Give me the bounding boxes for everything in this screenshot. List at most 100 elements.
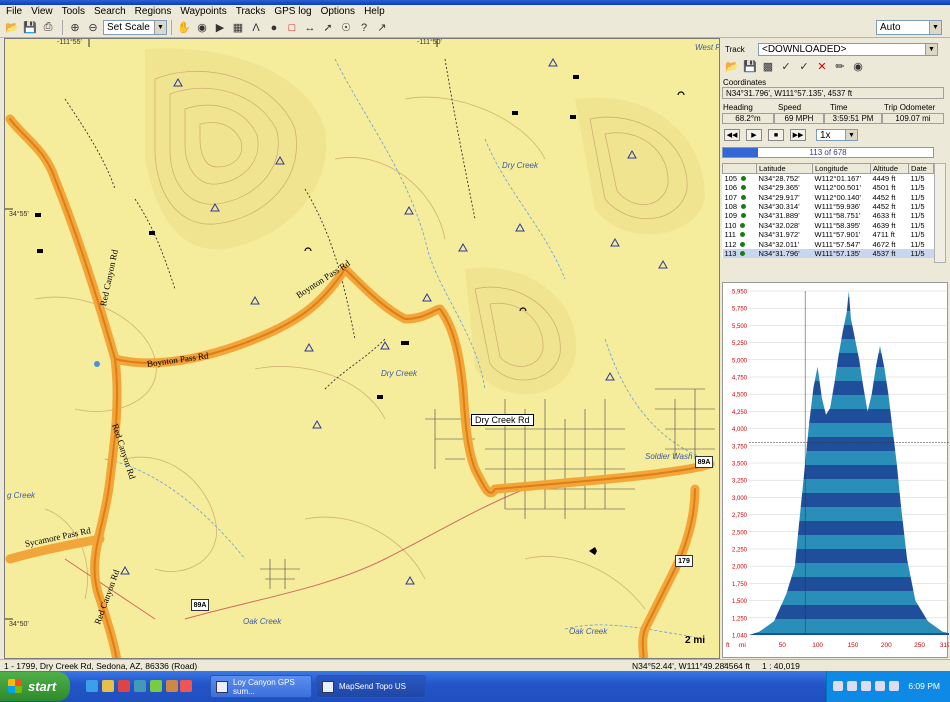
status-dot-icon <box>741 213 747 219</box>
profile-x-tick: 200 <box>881 642 892 649</box>
tray-icon[interactable] <box>875 681 885 691</box>
select-icon[interactable]: ▶ <box>212 20 228 36</box>
task-mapsend[interactable]: MapSend Topo US <box>316 675 426 698</box>
menu-tools[interactable]: Tools <box>62 6 85 17</box>
table-row[interactable]: 105 N34°28.752' W112°01.167' 4449 ft 11/5 <box>723 174 934 183</box>
altitude-cell: 4452 ft <box>872 192 896 202</box>
route-icon[interactable]: ● <box>266 20 282 36</box>
table-row[interactable]: 111 N34°31.972' W111°57.901' 4711 ft 11/5 <box>723 230 934 239</box>
app-icon[interactable] <box>150 680 162 692</box>
pan-hand-icon[interactable]: ✋ <box>176 20 192 36</box>
table-row[interactable]: 110 N34°32.028' W111°58.395' 4639 ft 11/5 <box>723 221 934 230</box>
zoom-in-icon[interactable]: ⊕ <box>67 20 83 36</box>
menu-bar: File View Tools Search Regions Waypoints… <box>0 5 950 18</box>
menu-file[interactable]: File <box>6 6 22 17</box>
table-header[interactable]: Date <box>908 163 934 174</box>
altitude-cell: 4449 ft <box>872 174 896 183</box>
help-icon[interactable]: ? <box>356 20 372 36</box>
globe-icon[interactable]: ◉ <box>194 20 210 36</box>
profile-y-tick: 2,250 <box>732 548 748 554</box>
edit-icon[interactable]: ✓ <box>778 58 794 74</box>
track-progress[interactable]: 113 of 678 <box>722 147 934 158</box>
menu-waypoints[interactable]: Waypoints <box>180 6 226 17</box>
latitude-cell: N34°29.365' <box>758 183 800 193</box>
gps-icon[interactable]: ☉ <box>338 20 354 36</box>
altitude-cell: 4633 ft <box>872 211 896 221</box>
auto-select[interactable]: Auto ▼ <box>876 20 942 35</box>
open-folder-icon[interactable]: 📂 <box>724 58 740 74</box>
altitude-cell: 4639 ft <box>872 220 896 230</box>
menu-search[interactable]: Search <box>94 6 126 17</box>
table-row[interactable]: 106 N34°29.365' W112°00.501' 4501 ft 11/5 <box>723 183 934 192</box>
menu-regions[interactable]: Regions <box>135 6 172 17</box>
document-icon <box>216 681 228 693</box>
measure-icon[interactable]: ↔ <box>302 20 318 36</box>
system-tray: 6:09 PM <box>826 671 950 702</box>
profile-y-tick: 3,250 <box>732 479 748 485</box>
start-button[interactable]: start <box>0 672 70 701</box>
tray-icon[interactable] <box>861 681 871 691</box>
region-select-icon[interactable]: □ <box>284 20 300 36</box>
topo-map[interactable]: -111°55' -111°50' 34°55' 34°50' Boynton … <box>4 38 720 659</box>
track-select-value: <DOWNLOADED> <box>762 44 847 55</box>
table-header[interactable]: Longitude <box>812 163 871 174</box>
scale-select[interactable]: Set Scale ▼ <box>103 20 167 35</box>
ie-icon[interactable] <box>86 680 98 692</box>
map-icon <box>322 681 334 693</box>
save-icon[interactable]: 💾 <box>22 20 38 36</box>
date-cell: 11/5 <box>910 192 925 202</box>
waypoint-icon[interactable]: Λ <box>248 20 264 36</box>
table-header[interactable]: Latitude <box>756 163 813 174</box>
table-scrollbar[interactable] <box>934 163 946 263</box>
print-icon[interactable]: ⎙ <box>40 20 56 36</box>
table-row[interactable]: 109 N34°31.889' W111°58.751' 4633 ft 11/5 <box>723 211 934 220</box>
menu-options[interactable]: Options <box>321 6 355 17</box>
fast-forward-icon[interactable]: ▶▶ <box>790 129 806 141</box>
tray-icon[interactable] <box>847 681 857 691</box>
table-header[interactable] <box>722 163 757 174</box>
table-row[interactable]: 107 N34°29.917' W112°00.140' 4452 ft 11/5 <box>723 192 934 202</box>
app-icon[interactable] <box>166 680 178 692</box>
rewind-icon[interactable]: ◀◀ <box>724 129 740 141</box>
play-icon[interactable]: ▶ <box>746 129 762 141</box>
table-row[interactable]: 112 N34°32.011' W111°57.547' 4672 ft 11/5 <box>723 239 934 249</box>
stop-icon[interactable]: ■ <box>768 129 784 141</box>
save-icon[interactable]: 💾 <box>742 58 758 74</box>
context-help-icon[interactable]: ↗ <box>374 20 390 36</box>
app-icon[interactable] <box>180 680 192 692</box>
table-row[interactable]: 108 N34°30.314' W111°59.936' 4452 ft 11/5 <box>723 202 934 211</box>
menu-gps-log[interactable]: GPS log <box>274 6 311 17</box>
zoom-out-icon[interactable]: ⊖ <box>85 20 101 36</box>
track-icon[interactable]: ➚ <box>320 20 336 36</box>
pencil-icon[interactable]: ✏ <box>832 58 848 74</box>
tray-icon[interactable] <box>889 681 899 691</box>
profile-y-tick: 5,950 <box>732 290 748 296</box>
longitude-cell: W112°00.501' <box>814 183 861 193</box>
app-icon[interactable] <box>118 680 130 692</box>
binoculars-icon[interactable]: ◉ <box>850 58 866 74</box>
tray-icon[interactable] <box>833 681 843 691</box>
map-icon[interactable]: ▦ <box>230 20 246 36</box>
menu-view[interactable]: View <box>31 6 53 17</box>
split-icon[interactable]: ✓ <box>796 58 812 74</box>
task-loy-canyon[interactable]: Loy Canyon GPS sum... <box>210 675 312 698</box>
track-points-table: Latitude Longitude Altitude Date 105 N34°… <box>722 163 934 259</box>
track-select[interactable]: <DOWNLOADED> ▼ <box>758 43 938 56</box>
export-icon[interactable]: ▩ <box>760 58 776 74</box>
open-folder-icon[interactable]: 📂 <box>4 20 20 36</box>
playback-speed-select[interactable]: 1x ▼ <box>816 129 858 141</box>
menu-tracks[interactable]: Tracks <box>236 6 266 17</box>
status-scale: 1 : 40,019 <box>762 661 800 671</box>
table-row[interactable]: 113 N34°31.796' W111°57.135' 4537 ft 11/5 <box>722 248 934 259</box>
altitude-cell: 4537 ft <box>870 248 909 259</box>
desktop-icon[interactable] <box>102 680 114 692</box>
profile-y-tick: 2,000 <box>732 565 748 571</box>
profile-x-unit: mi <box>739 642 746 649</box>
longitude-cell: W111°58.395' <box>814 220 861 230</box>
profile-y-tick: 4,500 <box>732 393 748 399</box>
status-dot-icon <box>741 176 747 181</box>
menu-help[interactable]: Help <box>364 6 385 17</box>
table-header[interactable]: Altitude <box>870 163 909 174</box>
app-icon[interactable] <box>134 680 146 692</box>
delete-icon[interactable]: ✕ <box>814 58 830 74</box>
